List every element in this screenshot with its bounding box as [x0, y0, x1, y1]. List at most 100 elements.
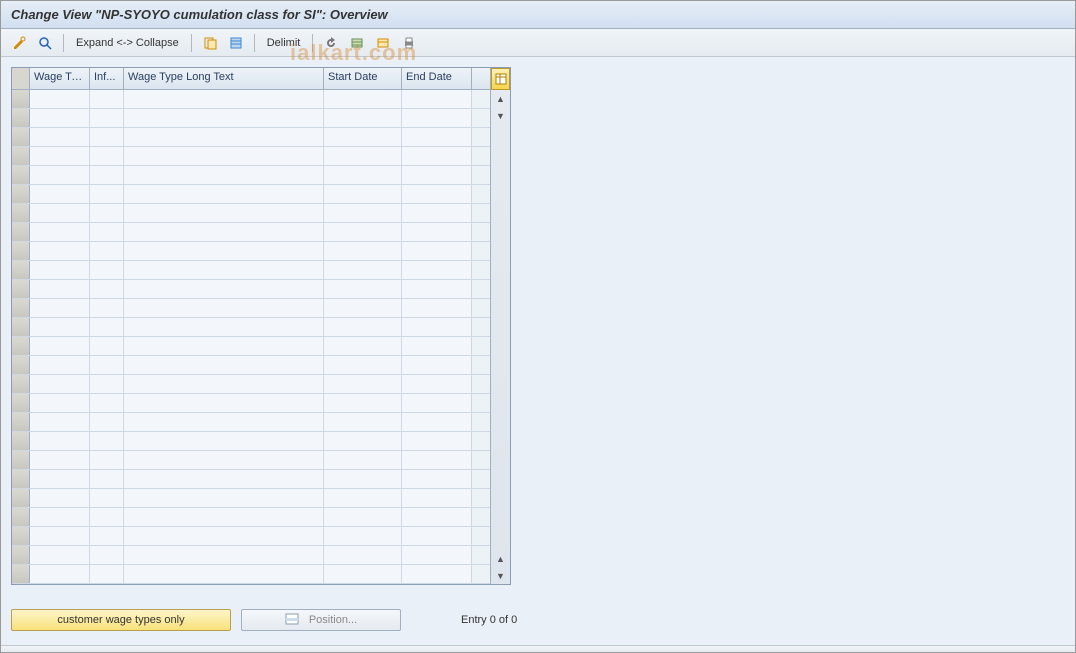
other-view-button[interactable] [35, 33, 55, 53]
cell-start-date[interactable] [324, 299, 402, 317]
cell-long-text[interactable] [124, 489, 324, 507]
vertical-scrollbar[interactable]: ▲ ▼ ▲ ▼ [490, 68, 510, 584]
row-selector[interactable] [12, 147, 30, 165]
toggle-display-change-button[interactable] [9, 33, 29, 53]
table-row[interactable] [12, 318, 490, 337]
cell-start-date[interactable] [324, 470, 402, 488]
cell-long-text[interactable] [124, 261, 324, 279]
cell-start-date[interactable] [324, 375, 402, 393]
table-row[interactable] [12, 90, 490, 109]
cell-long-text[interactable] [124, 185, 324, 203]
cell-end-date[interactable] [402, 109, 472, 127]
delimit-button[interactable]: Delimit [263, 35, 305, 51]
row-selector[interactable] [12, 318, 30, 336]
cell-end-date[interactable] [402, 223, 472, 241]
cell-inf[interactable] [90, 280, 124, 298]
row-selector[interactable] [12, 299, 30, 317]
cell-long-text[interactable] [124, 242, 324, 260]
cell-wage-type[interactable] [30, 318, 90, 336]
expand-collapse-button[interactable]: Expand <-> Collapse [72, 35, 183, 51]
cell-long-text[interactable] [124, 508, 324, 526]
cell-wage-type[interactable] [30, 128, 90, 146]
cell-start-date[interactable] [324, 223, 402, 241]
cell-wage-type[interactable] [30, 185, 90, 203]
row-selector[interactable] [12, 242, 30, 260]
scroll-up-end-button[interactable]: ▲ [491, 550, 510, 567]
cell-wage-type[interactable] [30, 508, 90, 526]
cell-start-date[interactable] [324, 413, 402, 431]
cell-start-date[interactable] [324, 432, 402, 450]
cell-wage-type[interactable] [30, 261, 90, 279]
cell-inf[interactable] [90, 508, 124, 526]
table-row[interactable] [12, 394, 490, 413]
cell-long-text[interactable] [124, 147, 324, 165]
table-row[interactable] [12, 166, 490, 185]
cell-inf[interactable] [90, 489, 124, 507]
cell-end-date[interactable] [402, 147, 472, 165]
table-row[interactable] [12, 451, 490, 470]
cell-end-date[interactable] [402, 128, 472, 146]
column-header-end-date[interactable]: End Date [402, 68, 472, 89]
cell-inf[interactable] [90, 356, 124, 374]
cell-wage-type[interactable] [30, 546, 90, 564]
print-button[interactable] [399, 33, 419, 53]
cell-long-text[interactable] [124, 90, 324, 108]
position-button[interactable]: Position... [241, 609, 401, 631]
cell-inf[interactable] [90, 242, 124, 260]
table-row[interactable] [12, 375, 490, 394]
cell-wage-type[interactable] [30, 166, 90, 184]
table-row[interactable] [12, 280, 490, 299]
scroll-down-end-button[interactable]: ▼ [491, 567, 510, 584]
cell-end-date[interactable] [402, 375, 472, 393]
cell-end-date[interactable] [402, 565, 472, 583]
cell-end-date[interactable] [402, 451, 472, 469]
cell-start-date[interactable] [324, 147, 402, 165]
column-header-wage-type[interactable]: Wage Ty... [30, 68, 90, 89]
row-selector[interactable] [12, 470, 30, 488]
cell-long-text[interactable] [124, 204, 324, 222]
row-selector[interactable] [12, 261, 30, 279]
select-all-column-header[interactable] [12, 68, 30, 89]
row-selector[interactable] [12, 432, 30, 450]
cell-wage-type[interactable] [30, 489, 90, 507]
cell-inf[interactable] [90, 375, 124, 393]
cell-inf[interactable] [90, 470, 124, 488]
cell-long-text[interactable] [124, 565, 324, 583]
cell-start-date[interactable] [324, 261, 402, 279]
cell-wage-type[interactable] [30, 337, 90, 355]
row-selector[interactable] [12, 280, 30, 298]
cell-long-text[interactable] [124, 318, 324, 336]
cell-end-date[interactable] [402, 356, 472, 374]
cell-inf[interactable] [90, 432, 124, 450]
table-row[interactable] [12, 204, 490, 223]
cell-inf[interactable] [90, 565, 124, 583]
cell-start-date[interactable] [324, 109, 402, 127]
cell-start-date[interactable] [324, 527, 402, 545]
cell-long-text[interactable] [124, 413, 324, 431]
row-selector[interactable] [12, 451, 30, 469]
table-row[interactable] [12, 109, 490, 128]
cell-start-date[interactable] [324, 356, 402, 374]
row-selector[interactable] [12, 337, 30, 355]
table-row[interactable] [12, 147, 490, 166]
cell-long-text[interactable] [124, 451, 324, 469]
cell-long-text[interactable] [124, 299, 324, 317]
select-all-button[interactable] [226, 33, 246, 53]
cell-start-date[interactable] [324, 280, 402, 298]
cell-wage-type[interactable] [30, 204, 90, 222]
cell-inf[interactable] [90, 318, 124, 336]
customer-wage-types-button[interactable]: customer wage types only [11, 609, 231, 631]
cell-wage-type[interactable] [30, 280, 90, 298]
table-row[interactable] [12, 432, 490, 451]
cell-start-date[interactable] [324, 337, 402, 355]
cell-inf[interactable] [90, 90, 124, 108]
cell-end-date[interactable] [402, 546, 472, 564]
cell-wage-type[interactable] [30, 299, 90, 317]
scroll-up-button[interactable]: ▲ [491, 90, 510, 107]
cell-end-date[interactable] [402, 527, 472, 545]
table-row[interactable] [12, 413, 490, 432]
select-block-button[interactable] [347, 33, 367, 53]
cell-inf[interactable] [90, 109, 124, 127]
row-selector[interactable] [12, 128, 30, 146]
cell-wage-type[interactable] [30, 356, 90, 374]
